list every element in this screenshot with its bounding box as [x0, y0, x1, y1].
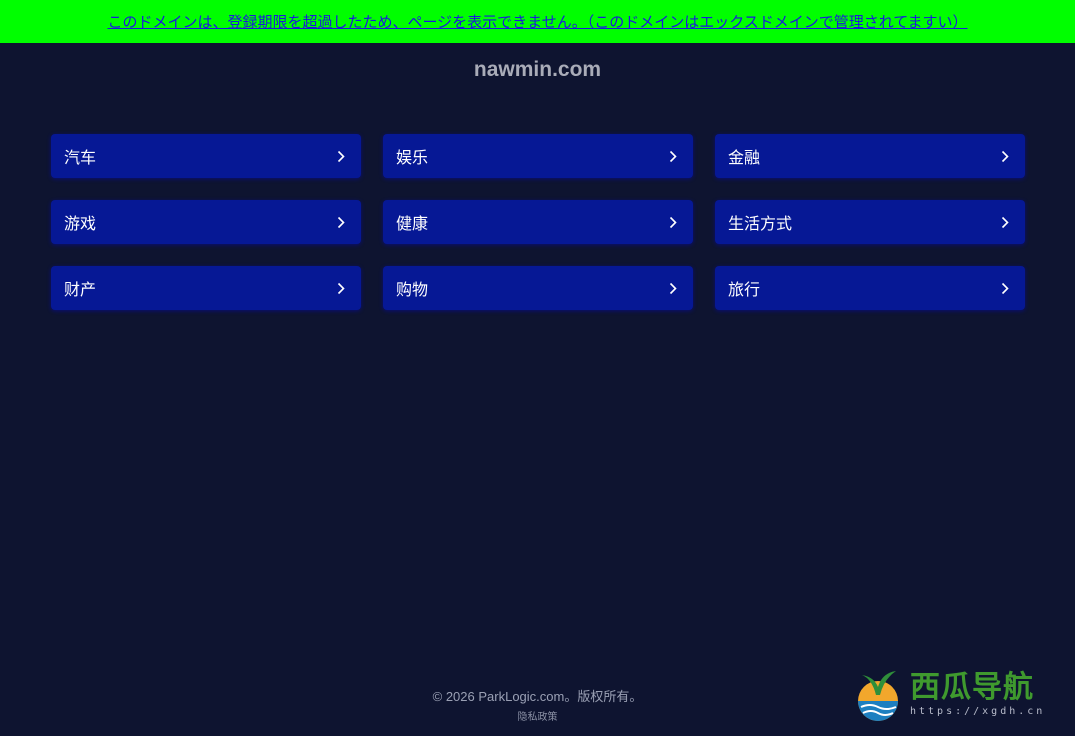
chevron-right-icon [999, 281, 1011, 295]
chevron-right-icon [667, 149, 679, 163]
category-label: 旅行 [728, 280, 761, 299]
category-label: 娱乐 [396, 148, 429, 167]
privacy-policy-link[interactable]: 隐私政策 [518, 708, 558, 723]
category-card-health[interactable]: 健康 [383, 200, 693, 244]
category-card-property[interactable]: 财产 [51, 266, 361, 310]
category-label: 财产 [64, 280, 97, 299]
chevron-right-icon [999, 215, 1011, 229]
category-card-lifestyle[interactable]: 生活方式 [715, 200, 1025, 244]
category-card-travel[interactable]: 旅行 [715, 266, 1025, 310]
category-label: 购物 [396, 280, 429, 299]
chevron-right-icon [335, 281, 347, 295]
category-card-shopping[interactable]: 购物 [383, 266, 693, 310]
domain-title: nawmin.com [473, 58, 602, 81]
category-card-entertainment[interactable]: 娱乐 [383, 134, 693, 178]
category-label: 健康 [396, 214, 429, 233]
chevron-right-icon [999, 149, 1011, 163]
category-card-finance[interactable]: 金融 [715, 134, 1025, 178]
watermelon-logo-icon [858, 671, 898, 721]
category-grid: 汽车 娱乐 金融 游戏 健康 生活方式 财产 购物 旅行 [51, 134, 1025, 310]
category-card-games[interactable]: 游戏 [51, 200, 361, 244]
expired-domain-banner: このドメインは、登録期限を超過したため、ページを表示できません。（このドメインは… [0, 0, 1075, 43]
chevron-right-icon [335, 215, 347, 229]
chevron-right-icon [667, 281, 679, 295]
category-label: 金融 [728, 148, 761, 167]
category-label: 生活方式 [728, 214, 793, 233]
category-card-auto[interactable]: 汽车 [51, 134, 361, 178]
category-label: 游戏 [64, 214, 97, 233]
site-watermark: 西瓜导航 https://xgdh.cn [852, 662, 1062, 724]
watermark-url: https://xgdh.cn [910, 705, 1046, 717]
watermark-title: 西瓜导航 [910, 669, 1034, 705]
category-label: 汽车 [64, 148, 97, 167]
chevron-right-icon [335, 149, 347, 163]
chevron-right-icon [667, 215, 679, 229]
expired-domain-notice-link[interactable]: このドメインは、登録期限を超過したため、ページを表示できません。（このドメインは… [107, 11, 967, 32]
